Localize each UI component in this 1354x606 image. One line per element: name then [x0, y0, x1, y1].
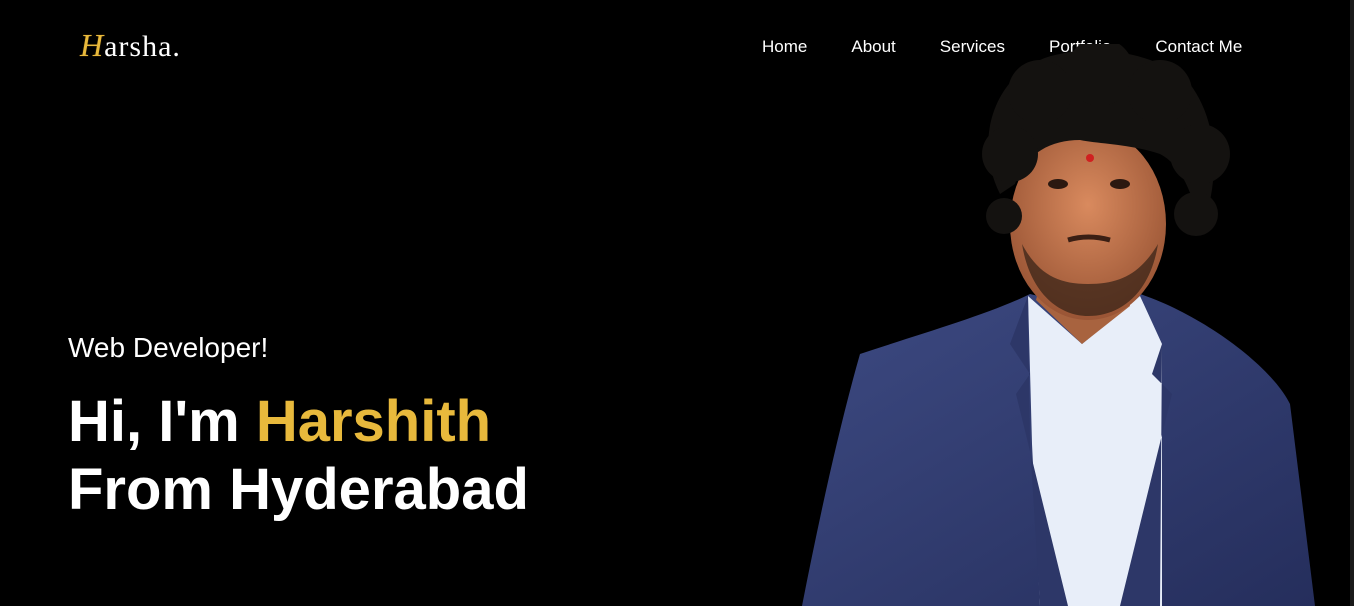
logo-text: arsha.: [104, 30, 181, 63]
hero-greeting: Hi, I'm: [68, 389, 256, 454]
hero-location: From Hyderabad: [68, 457, 529, 522]
hero-subtitle: Web Developer!: [68, 332, 269, 363]
hero-title: Hi, I'm Harshith From Hyderabad: [68, 388, 529, 524]
hero-name: Harshith: [255, 389, 492, 454]
vertical-scrollbar[interactable]: [1348, 0, 1354, 606]
site-logo[interactable]: Harsha.: [80, 28, 181, 64]
person-portrait-icon: [802, 44, 1315, 606]
scrollbar-thumb[interactable]: [1350, 0, 1354, 606]
logo-initial: H: [80, 27, 105, 63]
